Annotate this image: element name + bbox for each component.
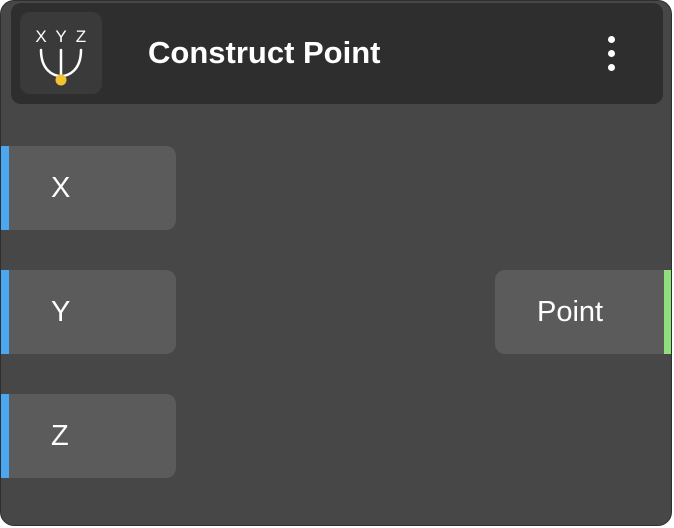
input-label-z: Z xyxy=(51,420,69,452)
menu-dot xyxy=(608,50,615,57)
icon-letter-z: Z xyxy=(76,27,86,46)
menu-dot xyxy=(608,36,615,43)
input-label-y: Y xyxy=(51,296,71,328)
more-options-button[interactable] xyxy=(597,27,627,79)
construct-point-icon: X Y Z xyxy=(20,12,102,94)
input-port-z[interactable]: Z xyxy=(1,394,176,478)
output-port-point[interactable]: Point xyxy=(495,270,671,354)
output-socket-point[interactable] xyxy=(664,270,671,354)
input-port-y[interactable]: Y xyxy=(1,270,176,354)
construct-point-node[interactable]: X Y Z Construct Point X Y Z Point xyxy=(0,0,672,526)
input-socket-z[interactable] xyxy=(1,394,9,478)
menu-dot xyxy=(608,64,615,71)
input-socket-x[interactable] xyxy=(1,146,9,230)
output-label-point: Point xyxy=(537,296,604,328)
node-title: Construct Point xyxy=(148,35,381,70)
input-port-x[interactable]: X xyxy=(1,146,176,230)
input-label-x: X xyxy=(51,172,71,204)
icon-point-dot xyxy=(55,74,67,86)
icon-letter-y: Y xyxy=(55,27,66,46)
icon-letter-x: X xyxy=(35,27,46,46)
node-header[interactable]: X Y Z Construct Point xyxy=(11,3,663,104)
input-socket-y[interactable] xyxy=(1,270,9,354)
